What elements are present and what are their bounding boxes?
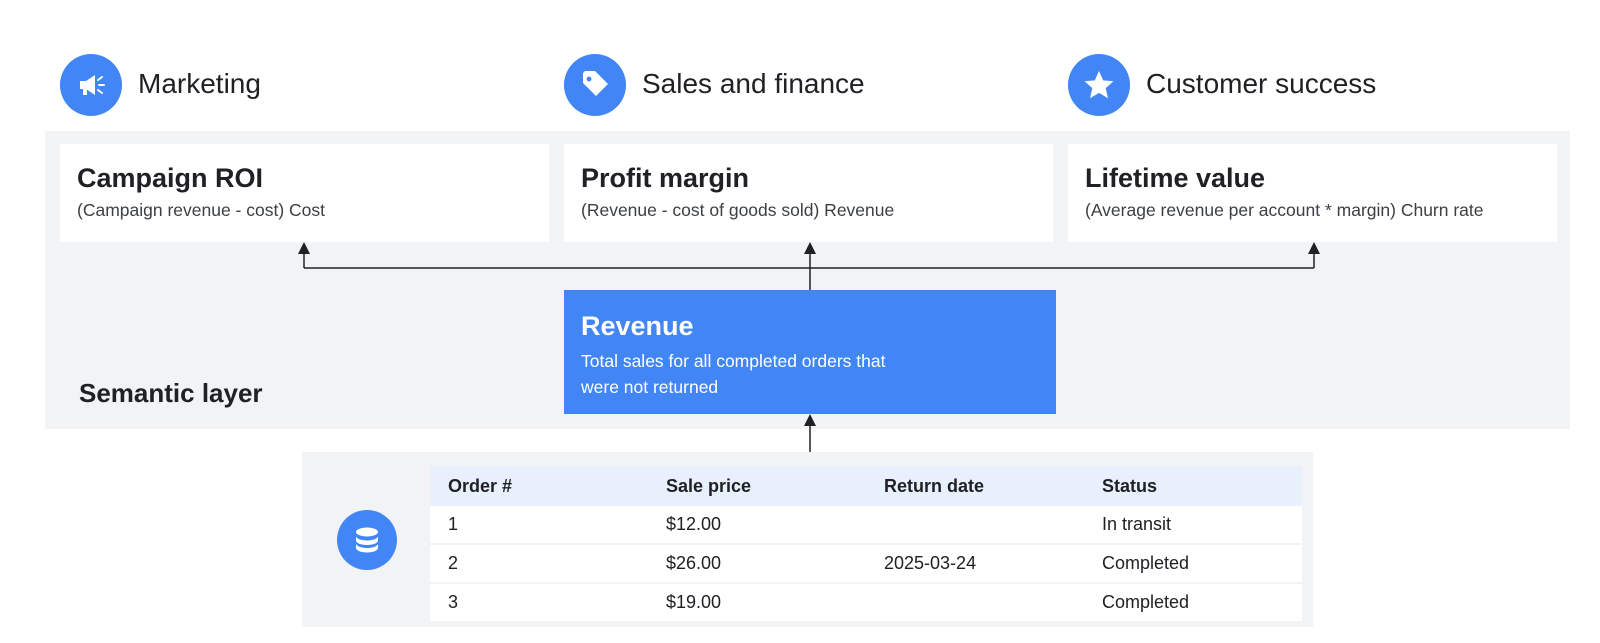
team-label-customer-success: Customer success: [1146, 68, 1377, 99]
metric-formula: (Revenue - cost of goods sold) Revenue: [581, 200, 895, 220]
cell-status: In transit: [1084, 506, 1302, 544]
cell-return-date: [866, 506, 1084, 544]
metric-formula: (Campaign revenue - cost) Cost: [77, 200, 326, 220]
metric-card-profit-margin: Profit margin (Revenue - cost of goods s…: [564, 144, 1053, 242]
table-header-row: Order # Sale price Return date Status: [430, 466, 1302, 506]
cell-status: Completed: [1084, 582, 1302, 621]
cell-status: Completed: [1084, 543, 1302, 583]
revenue-title: Revenue: [581, 311, 694, 341]
revenue-metric-box: Revenue Total sales for all completed or…: [564, 290, 1056, 414]
column-header-sale-price: Sale price: [648, 466, 866, 506]
column-header-return-date: Return date: [866, 466, 1084, 506]
column-header-status: Status: [1084, 466, 1302, 506]
team-label-sales-finance: Sales and finance: [642, 68, 865, 99]
team-label-marketing: Marketing: [138, 68, 261, 99]
metric-card-lifetime-value: Lifetime value (Average revenue per acco…: [1068, 144, 1557, 242]
cell-sale-price: $12.00: [648, 506, 866, 544]
table-row: 1 $12.00 In transit: [430, 506, 1302, 544]
revenue-description: Total sales for all completed orders tha…: [581, 351, 886, 397]
metric-title: Profit margin: [581, 163, 750, 193]
tag-icon: [564, 54, 626, 116]
cell-order: 1: [430, 506, 648, 544]
table-row: 2 $26.00 2025-03-24 Completed: [430, 543, 1302, 583]
metric-title: Lifetime value: [1085, 163, 1266, 193]
cell-sale-price: $19.00: [648, 582, 866, 621]
cell-return-date: 2025-03-24: [866, 543, 1084, 583]
cell-order: 3: [430, 582, 648, 621]
cell-order: 2: [430, 543, 648, 583]
database-icon: [337, 510, 397, 570]
table-row: 3 $19.00 Completed: [430, 582, 1302, 621]
metric-formula: (Average revenue per account * margin) C…: [1085, 200, 1484, 220]
metric-card-campaign-roi: Campaign ROI (Campaign revenue - cost) C…: [60, 144, 549, 242]
cell-sale-price: $26.00: [648, 543, 866, 583]
metric-title: Campaign ROI: [77, 163, 264, 193]
cell-return-date: [866, 582, 1084, 621]
orders-table: Order # Sale price Return date Status 1 …: [430, 466, 1302, 621]
megaphone-icon: [60, 54, 122, 116]
column-header-order: Order #: [430, 466, 648, 506]
star-icon: [1068, 54, 1130, 116]
semantic-layer-label: Semantic layer: [79, 378, 263, 408]
